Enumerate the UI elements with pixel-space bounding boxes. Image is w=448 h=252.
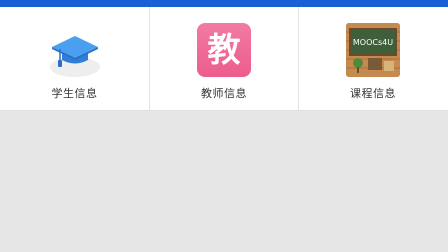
chalkboard-icon: MOOCs4U — [346, 23, 400, 77]
menu-item-course-info[interactable]: MOOCs4U 课程信息 — [298, 7, 447, 110]
teacher-icon-glyph: 教 — [207, 30, 241, 69]
menu-item-label: 教师信息 — [201, 87, 247, 100]
graduation-cap-icon — [47, 23, 102, 77]
menu-item-teacher-info[interactable]: 教 教师信息 — [149, 7, 298, 110]
divider — [0, 110, 448, 111]
top-app-bar — [0, 0, 448, 7]
chalkboard-text: MOOCs4U — [353, 38, 393, 47]
menu-item-label: 课程信息 — [350, 87, 396, 100]
menu-item-label: 学生信息 — [51, 87, 98, 100]
teacher-icon: 教 — [197, 23, 251, 77]
menu-item-student-info[interactable]: 学生信息 — [0, 7, 149, 110]
menu-grid: 学生信息 教 教师信息 MOOCs4U 课程信息 — [0, 7, 448, 110]
